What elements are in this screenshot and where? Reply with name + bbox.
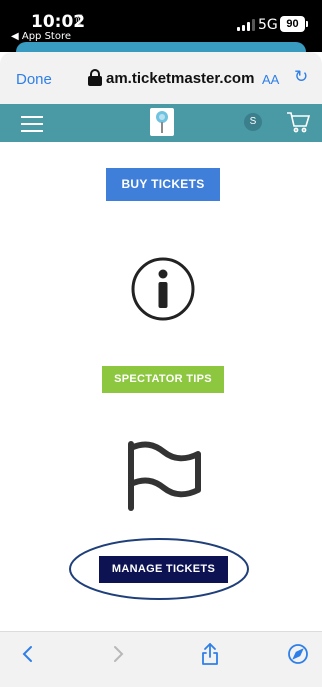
spectator-tips-button[interactable]: SPECTATOR TIPS <box>102 366 224 393</box>
browser-header: Done am.ticketmaster.com AA ↻ <box>0 52 322 104</box>
url-field[interactable]: am.ticketmaster.com <box>106 70 254 87</box>
logo-icon[interactable] <box>150 108 174 136</box>
cart-icon[interactable] <box>286 111 311 133</box>
network-type: 5G <box>258 17 278 33</box>
signal-icon <box>237 19 257 31</box>
back-to-app-link[interactable]: ◀ App Store <box>11 31 71 42</box>
battery-icon: 90 <box>280 16 305 32</box>
lock-icon <box>88 69 102 86</box>
text-size-button[interactable]: AA <box>262 72 279 87</box>
reload-icon[interactable]: ↻ <box>294 67 308 87</box>
home-indicator-area <box>0 675 322 687</box>
share-icon[interactable] <box>199 642 221 666</box>
flag-icon <box>122 438 204 512</box>
browser-toolbar <box>0 631 322 675</box>
back-icon[interactable] <box>20 642 34 666</box>
forward-icon[interactable] <box>112 642 126 666</box>
compass-icon[interactable] <box>287 642 309 666</box>
moon-icon: ☾ <box>75 12 88 28</box>
done-button[interactable]: Done <box>16 71 52 88</box>
avatar[interactable]: S <box>244 113 262 131</box>
manage-tickets-button[interactable]: MANAGE TICKETS <box>99 556 228 583</box>
info-icon <box>130 256 196 322</box>
menu-icon[interactable] <box>21 116 43 132</box>
battery-nub <box>306 21 308 27</box>
buy-tickets-button[interactable]: BUY TICKETS <box>106 168 220 201</box>
